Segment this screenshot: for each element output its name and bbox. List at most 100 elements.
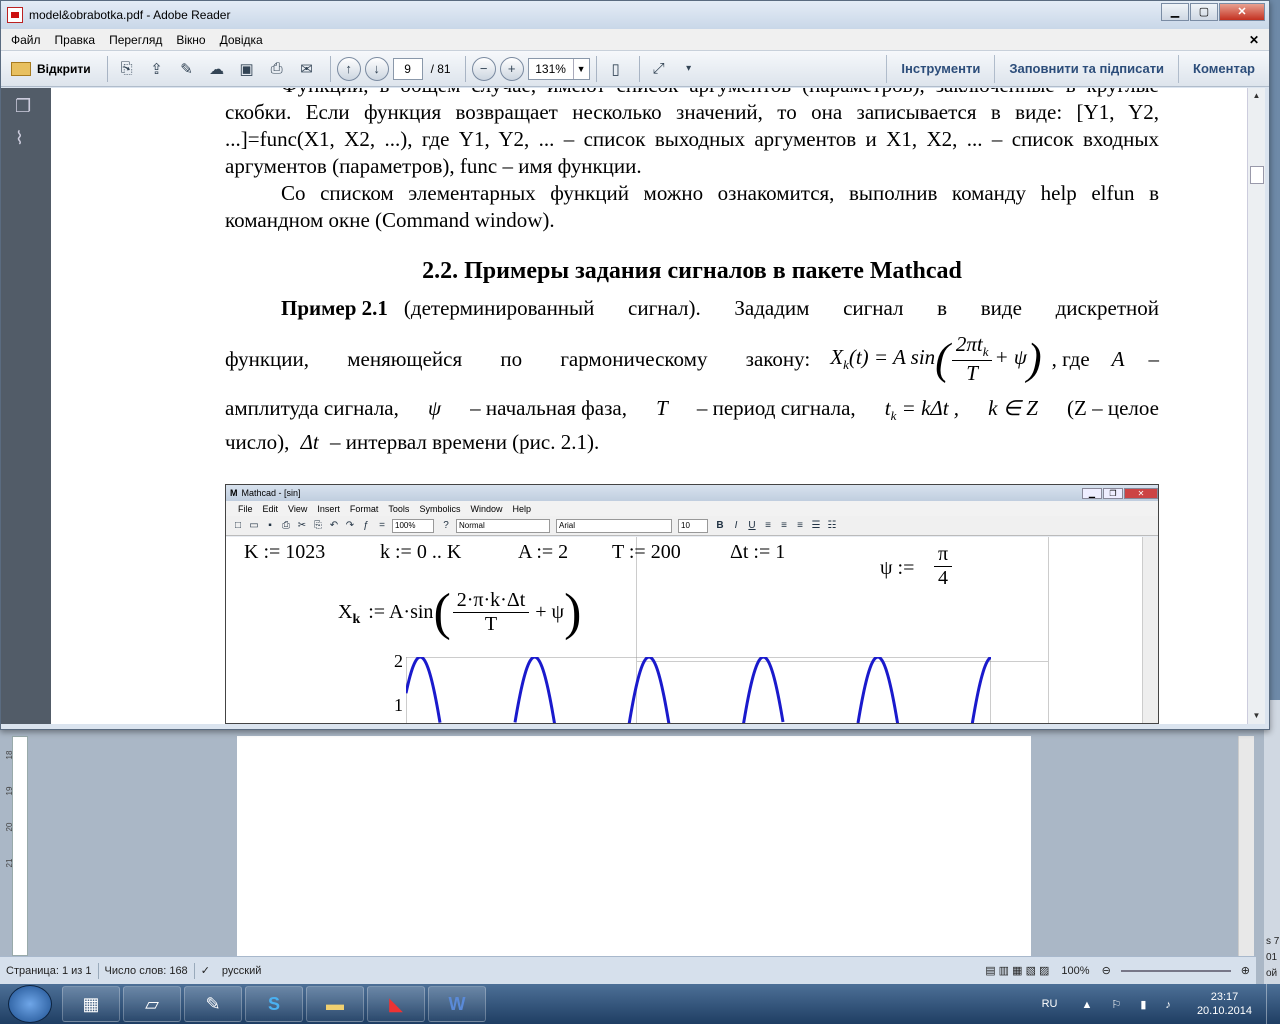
maximize-button[interactable]: ▢ xyxy=(1190,3,1218,21)
mathcad-scrollbar xyxy=(1142,537,1158,723)
adobe-reader-taskbar-icon[interactable]: ◣ xyxy=(367,986,425,1022)
start-button[interactable] xyxy=(8,985,52,1023)
mathcad-menu-item: Insert xyxy=(317,503,340,514)
function-icon: ƒ xyxy=(363,519,369,531)
zoom-slider[interactable] xyxy=(1120,969,1231,972)
scroll-up-icon[interactable]: ▲ xyxy=(1248,88,1265,104)
def-dt: Δt := 1 xyxy=(730,541,786,563)
menu-file[interactable]: Файл xyxy=(11,33,41,47)
fullscreen-icon[interactable]: ⤢ xyxy=(646,56,672,82)
view-buttons[interactable]: ▤ ▥ ▦ ▧ ▨ xyxy=(979,964,1055,977)
notepad-icon[interactable]: ▱ xyxy=(123,986,181,1022)
mathcad-menu-item: Help xyxy=(512,503,531,514)
page-number-input[interactable]: 9 xyxy=(392,57,423,80)
chevron-down-icon[interactable]: ▼ xyxy=(572,58,589,79)
email-icon[interactable]: ✉ xyxy=(294,56,320,82)
print-icon[interactable]: ⎙ xyxy=(264,56,290,82)
menu-edit[interactable]: Правка xyxy=(55,33,96,47)
navigation-panel: ❐ ⌇ xyxy=(1,88,51,724)
page-thumbnails-icon[interactable]: ❐ xyxy=(15,96,39,120)
def-psi: ψ := xyxy=(880,557,915,579)
zoom-out-button[interactable]: − xyxy=(471,56,496,81)
undo-icon: ↶ xyxy=(329,519,339,531)
toolbar-options-icon[interactable]: ▾ xyxy=(676,56,702,82)
mathcad-title-bar: M Mathcad - [sin] ▁ ❐ ✕ xyxy=(226,485,1158,501)
zoom-select[interactable]: 131% ▼ xyxy=(527,57,590,80)
zoom-in-button[interactable]: ⊕ xyxy=(1235,964,1256,977)
word-count[interactable]: Число слов: 168 xyxy=(99,965,194,977)
word-scrollbar[interactable] xyxy=(1238,736,1254,956)
example-text: , где xyxy=(1051,346,1090,371)
example-title: Пример 2.1 xyxy=(281,296,388,320)
example-line-3: амплитуда сигнала, ψ – начальная фаза, T… xyxy=(225,396,1159,424)
show-desktop-button[interactable] xyxy=(1266,984,1280,1024)
skype-icon[interactable]: S xyxy=(245,986,303,1022)
psi-denominator: 4 xyxy=(938,567,949,589)
xk-denominator: T xyxy=(484,613,498,635)
explorer-icon[interactable]: ▬ xyxy=(306,986,364,1022)
create-pdf-icon[interactable]: ⎘ xyxy=(114,56,140,82)
mathcad-size: 10 xyxy=(678,518,708,533)
attachments-icon[interactable]: ⌇ xyxy=(15,128,39,152)
word-taskbar-icon[interactable]: W xyxy=(428,986,486,1022)
menu-view[interactable]: Перегляд xyxy=(109,33,162,47)
symbol-T: T xyxy=(656,396,668,420)
align-center-icon: ≡ xyxy=(781,519,787,531)
word-page[interactable] xyxy=(237,736,1031,956)
title-bar[interactable]: model&obrabotka.pdf - Adobe Reader ▁ ▢ ✕ xyxy=(1,1,1269,29)
zoom-out-button[interactable]: ⊖ xyxy=(1096,964,1117,977)
clock[interactable]: 23:17 20.10.2014 xyxy=(1197,990,1252,1018)
language-status[interactable]: русский xyxy=(216,965,267,977)
symbol-dt: Δt xyxy=(300,430,319,454)
close-button[interactable]: ✕ xyxy=(1219,3,1265,21)
fill-sign-pane-button[interactable]: Заповнити та підписати xyxy=(994,54,1178,83)
psi-fraction: π 4 xyxy=(934,543,953,590)
mathcad-menu-item: File xyxy=(238,503,253,514)
mathcad-menu-item: View xyxy=(288,503,308,514)
fit-page-icon[interactable]: ▯ xyxy=(603,56,629,82)
xk-fraction: 2·π·k·Δt T xyxy=(452,589,530,636)
ruler-mark: 20 xyxy=(5,822,14,832)
upload-icon[interactable]: ☁ xyxy=(204,56,230,82)
bold-icon: B xyxy=(716,519,724,531)
spellcheck-icon[interactable]: ✓ xyxy=(195,964,216,977)
edit-pdf-icon[interactable]: ✎ xyxy=(174,56,200,82)
next-page-button[interactable]: ↓ xyxy=(364,56,389,81)
mathcad-restore-icon: ❐ xyxy=(1103,487,1123,499)
export-pdf-icon[interactable]: ⇪ xyxy=(144,56,170,82)
tray-icons[interactable]: ▲ ⚐ ▮ ♪ xyxy=(1081,998,1178,1011)
calculator-icon[interactable]: ▦ xyxy=(62,986,120,1022)
mathcad-logo-icon: M xyxy=(230,488,238,498)
scroll-down-icon[interactable]: ▼ xyxy=(1248,708,1265,724)
paint-icon[interactable]: ✎ xyxy=(184,986,242,1022)
open-button[interactable]: Відкрити xyxy=(11,61,91,76)
minimize-button[interactable]: ▁ xyxy=(1161,3,1189,21)
xk-subscript: k xyxy=(352,611,361,627)
zoom-in-button[interactable]: + xyxy=(499,56,524,81)
close-document-icon[interactable]: ✕ xyxy=(1249,33,1259,47)
paragraph-functions: Функции, в общем случае, имеют список ар… xyxy=(225,88,1159,180)
language-indicator[interactable]: RU xyxy=(1042,998,1058,1010)
example-line-2: функции, меняющейся по гармоническому за… xyxy=(225,332,1159,386)
edge-text: 01 xyxy=(1266,952,1278,963)
document-scrollbar[interactable]: ▲ ▼ xyxy=(1247,88,1265,724)
zoom-level[interactable]: 100% xyxy=(1055,965,1095,977)
save-icon[interactable]: ▣ xyxy=(234,56,260,82)
numbering-icon: ☷ xyxy=(827,519,837,531)
symbol-A: A xyxy=(1111,346,1125,371)
previous-page-button[interactable]: ↑ xyxy=(336,56,361,81)
menu-window[interactable]: Вікно xyxy=(176,33,205,47)
menu-help[interactable]: Довідка xyxy=(220,33,263,47)
paragraph-elfun: Со списком элементарных функций можно оз… xyxy=(225,180,1159,234)
sine-plot xyxy=(406,657,991,723)
page-count[interactable]: Страница: 1 из 1 xyxy=(0,965,98,977)
tools-pane-button[interactable]: Інструменти xyxy=(886,54,994,83)
ruler-mark: 19 xyxy=(5,786,14,796)
section-heading: 2.2. Примеры задания сигналов в пакете M… xyxy=(422,258,962,284)
example-line-1: Пример 2.1 (детерминированный сигнал). З… xyxy=(225,296,1159,321)
clock-time: 23:17 xyxy=(1210,991,1239,1003)
psi-numerator: π xyxy=(934,543,953,567)
comment-pane-button[interactable]: Коментар xyxy=(1178,54,1269,83)
scroll-thumb[interactable] xyxy=(1250,166,1264,184)
document-view[interactable]: Функции, в общем случае, имеют список ар… xyxy=(51,88,1247,724)
